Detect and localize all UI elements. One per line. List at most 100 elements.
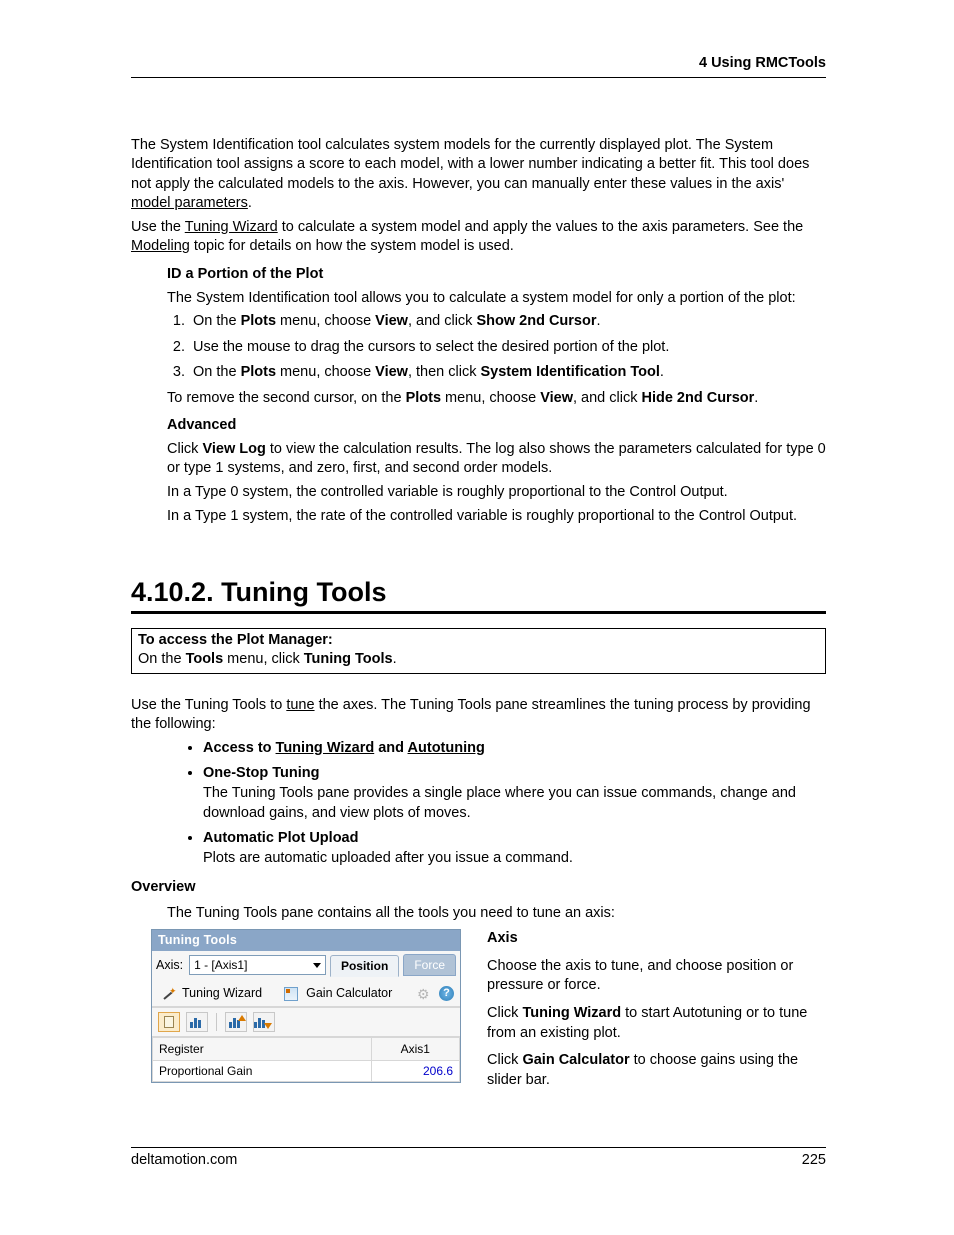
col-axis: Axis1 (371, 1038, 459, 1061)
calculator-icon (284, 987, 298, 1001)
text: . (248, 195, 252, 211)
text-bold: System Identification Tool (480, 364, 659, 380)
link-modeling[interactable]: Modeling (131, 238, 190, 254)
steps-list: On the Plots menu, choose View, and clic… (167, 312, 826, 383)
page-header: 4 Using RMCTools (131, 54, 826, 78)
text: , and click (573, 390, 642, 406)
tuning-tools-panel: Tuning Tools Axis: 1 - [Axis1] Position … (151, 929, 461, 1083)
text: , and click (408, 313, 477, 329)
access-text: On the Tools menu, click Tuning Tools. (138, 650, 819, 670)
text-bold: View Log (202, 441, 265, 457)
text: On the (193, 364, 241, 380)
access-heading: To access the Plot Manager: (138, 632, 333, 648)
text: . (754, 390, 758, 406)
text-bold: Plots (241, 313, 276, 329)
text: , then click (408, 364, 481, 380)
text: Click (487, 1052, 522, 1068)
footer-site: deltamotion.com (131, 1151, 237, 1171)
panel-toolbar (152, 1007, 460, 1037)
toolbar-btn-1[interactable] (158, 1012, 180, 1032)
text-bold: Tools (186, 651, 224, 667)
axis-select[interactable]: 1 - [Axis1] (189, 955, 326, 975)
text: On the (138, 651, 186, 667)
col-register: Register (153, 1038, 372, 1061)
text: menu, choose (276, 364, 375, 380)
gain-calculator-link[interactable]: Gain Calculator (306, 985, 392, 1002)
text-bold: Plots (406, 390, 441, 406)
toolbar-btn-2[interactable] (186, 1012, 208, 1032)
advanced-text-1: Click View Log to view the calculation r… (167, 440, 826, 479)
feature-title: One-Stop Tuning (203, 765, 320, 781)
text: to calculate a system model and apply th… (278, 219, 804, 235)
cell-name: Proportional Gain (153, 1061, 372, 1082)
step-3: On the Plots menu, choose View, then cli… (189, 363, 826, 383)
step-2: Use the mouse to drag the cursors to sel… (189, 338, 826, 358)
overview-heading: Overview (131, 878, 826, 898)
footer-page-number: 225 (802, 1151, 826, 1171)
overview-text: The Tuning Tools pane contains all the t… (167, 904, 826, 924)
text-bold: Hide 2nd Cursor (641, 390, 754, 406)
link-autotuning[interactable]: Autotuning (408, 740, 485, 756)
gain-calc-desc: Click Gain Calculator to choose gains us… (487, 1051, 826, 1090)
gains-table: Register Axis1 Proportional Gain 206.6 (152, 1037, 460, 1082)
gear-icon[interactable]: ⚙ (417, 987, 431, 1001)
text: . (660, 364, 664, 380)
text: menu, click (223, 651, 304, 667)
cell-value[interactable]: 206.6 (371, 1061, 459, 1082)
text: To remove the second cursor, on the (167, 390, 406, 406)
chevron-down-icon (313, 963, 321, 968)
tuning-wizard-desc: Click Tuning Wizard to start Autotuning … (487, 1004, 826, 1043)
feature-list: Access to Tuning Wizard and Autotuning O… (185, 739, 826, 868)
text-bold: Tuning Wizard (522, 1005, 621, 1021)
step-1: On the Plots menu, choose View, and clic… (189, 312, 826, 332)
panel-title: Tuning Tools (152, 930, 460, 951)
feature-desc: The Tuning Tools pane provides a single … (203, 784, 826, 823)
wand-icon (162, 988, 174, 1000)
axis-desc-text: Choose the axis to tune, and choose posi… (487, 957, 826, 996)
access-box: To access the Plot Manager: On the Tools… (131, 628, 826, 674)
link-tune[interactable]: tune (286, 697, 314, 713)
text-bold: Show 2nd Cursor (476, 313, 596, 329)
text-bold: View (375, 313, 408, 329)
link-tuning-wizard[interactable]: Tuning Wizard (185, 219, 278, 235)
toolbar-btn-3[interactable] (225, 1012, 247, 1032)
text-bold: Gain Calculator (522, 1052, 629, 1068)
text: On the (193, 313, 241, 329)
feature-title: Automatic Plot Upload (203, 830, 358, 846)
text: Use the Tuning Tools to (131, 697, 286, 713)
text: Use the (131, 219, 185, 235)
link-tuning-wizard-2[interactable]: Tuning Wizard (276, 740, 375, 756)
page-footer: deltamotion.com 225 (131, 1147, 826, 1171)
text: menu, choose (441, 390, 540, 406)
text: . (597, 313, 601, 329)
text: to view the calculation results. The log… (167, 441, 826, 477)
link-model-parameters[interactable]: model parameters (131, 195, 248, 211)
text: The System Identification tool calculate… (131, 137, 809, 192)
advanced-text-2: In a Type 0 system, the controlled varia… (167, 483, 826, 503)
feature-desc: Plots are automatic uploaded after you i… (203, 849, 826, 869)
axis-select-value: 1 - [Axis1] (194, 957, 247, 973)
toolbar-separator (216, 1013, 217, 1031)
section-heading: 4.10.2. Tuning Tools (131, 574, 826, 613)
intro-paragraph-2: Use the Tuning Wizard to calculate a sys… (131, 218, 826, 257)
help-icon[interactable]: ? (439, 986, 454, 1001)
tab-position[interactable]: Position (330, 955, 399, 977)
feature-auto-upload: Automatic Plot Upload Plots are automati… (203, 829, 826, 868)
panel-description: Axis Choose the axis to tune, and choose… (461, 929, 826, 1098)
text-bold: Tuning Tools (304, 651, 393, 667)
axis-label: Axis: (156, 957, 183, 974)
text: Click (487, 1005, 522, 1021)
id-portion-intro: The System Identification tool allows yo… (167, 289, 826, 309)
table-row: Proportional Gain 206.6 (153, 1061, 460, 1082)
advanced-text-3: In a Type 1 system, the rate of the cont… (167, 507, 826, 527)
text-bold: Plots (241, 364, 276, 380)
tuning-wizard-link[interactable]: Tuning Wizard (182, 985, 262, 1002)
text: . (393, 651, 397, 667)
text-bold: View (375, 364, 408, 380)
text: and (374, 740, 407, 756)
text: topic for details on how the system mode… (190, 238, 514, 254)
tab-force[interactable]: Force (403, 954, 456, 976)
toolbar-btn-4[interactable] (253, 1012, 275, 1032)
subheading-advanced: Advanced (167, 416, 826, 436)
intro-paragraph-1: The System Identification tool calculate… (131, 136, 826, 214)
